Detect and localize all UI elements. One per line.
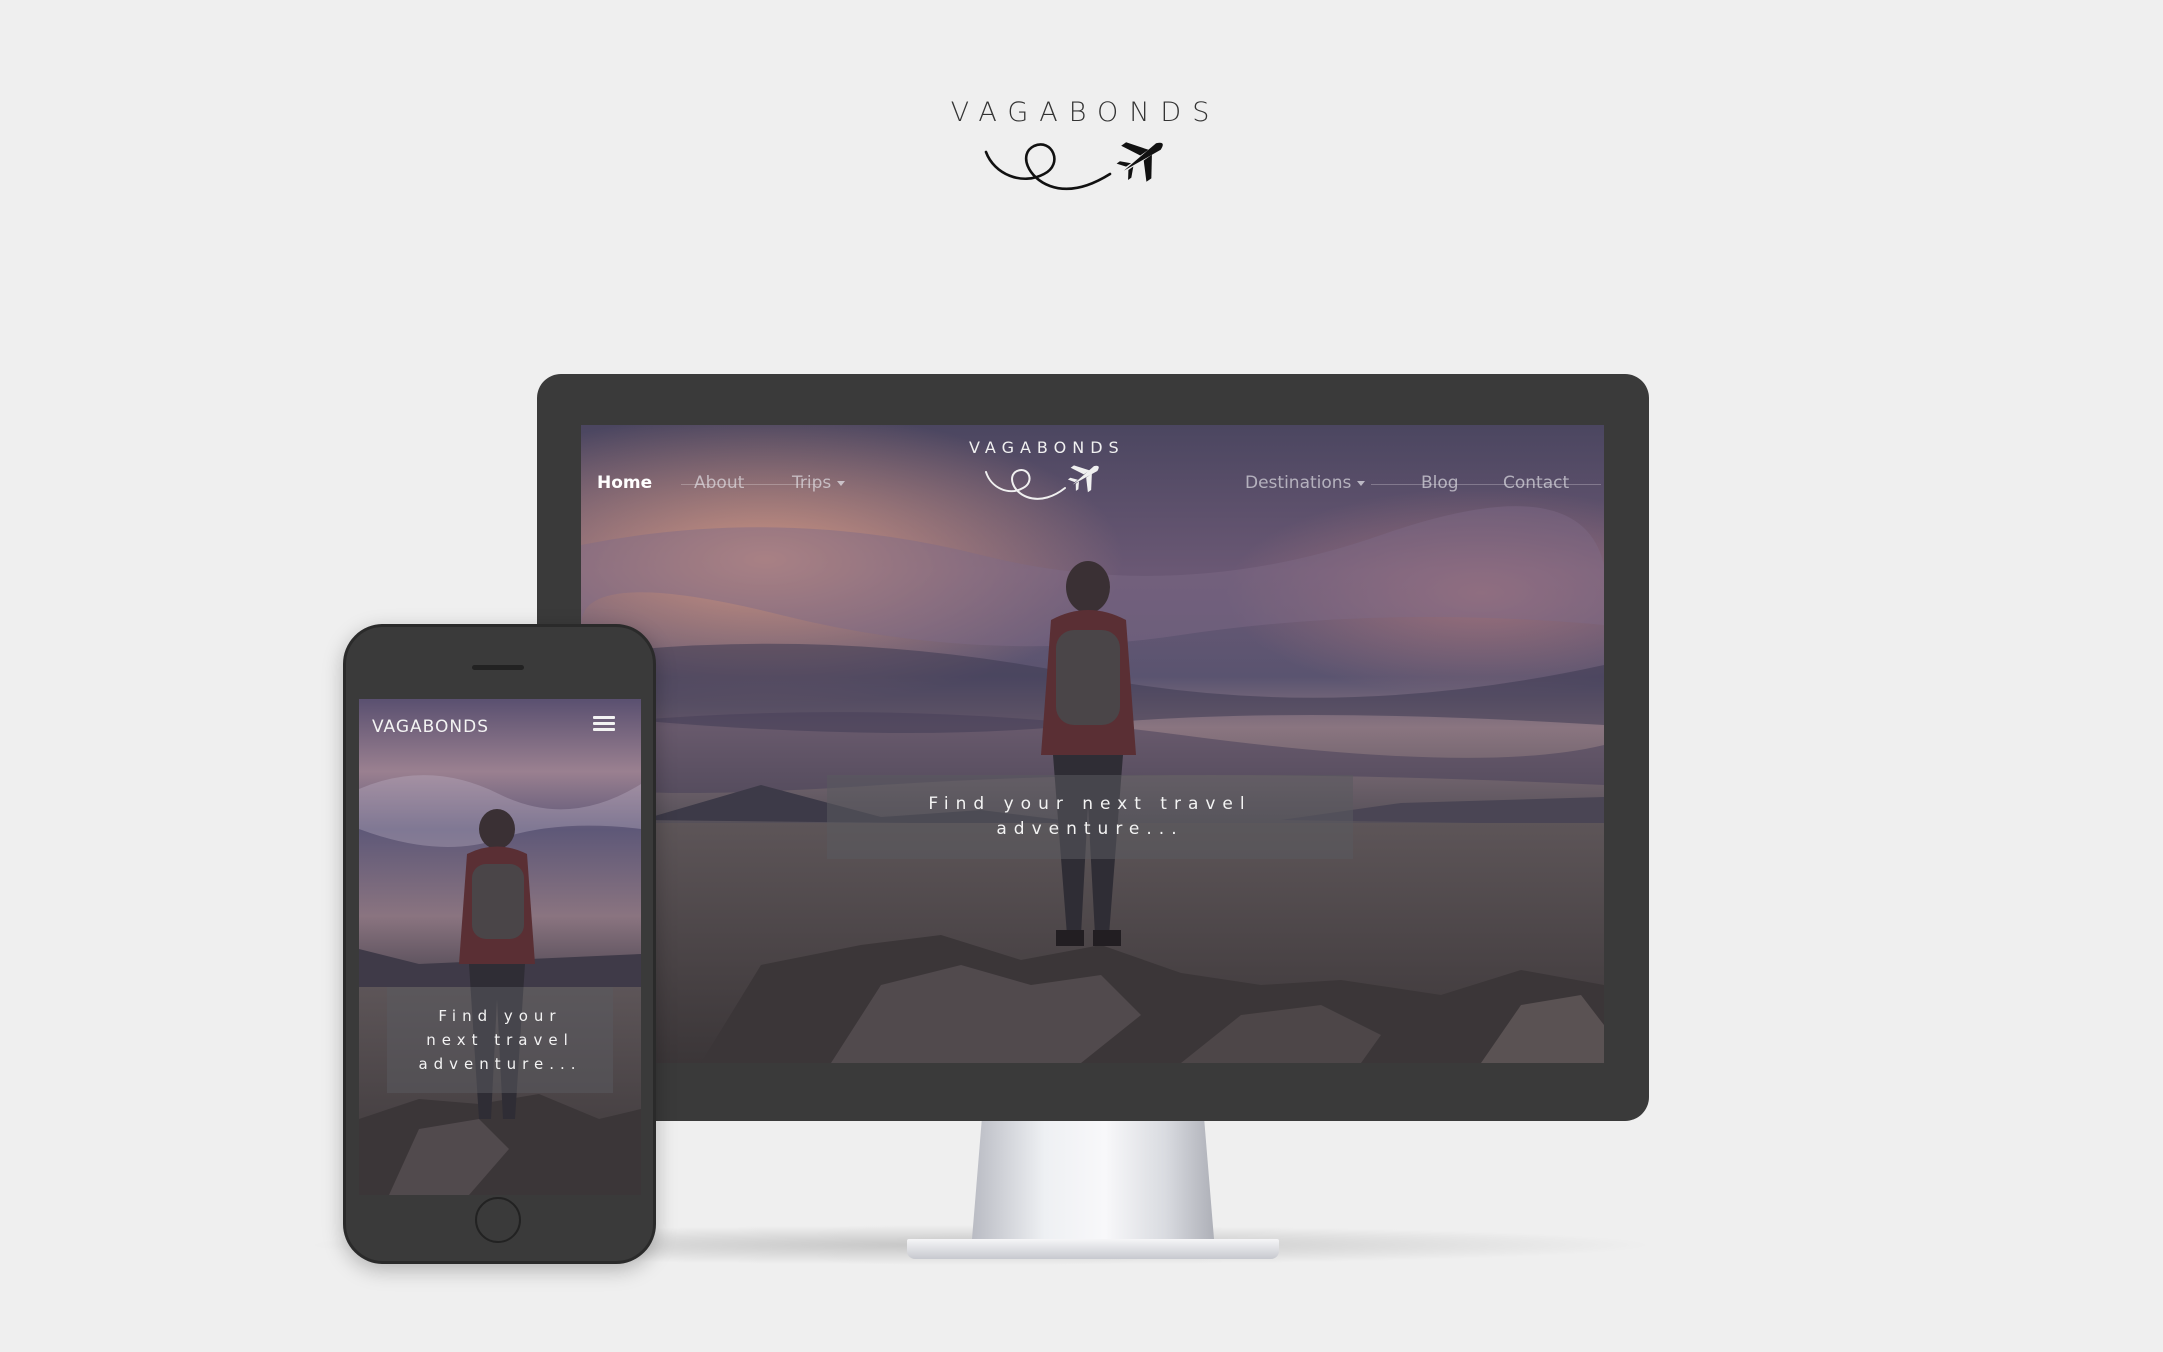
mobile-hero-banner: Find your next travel adventure... — [387, 987, 613, 1093]
mobile-hero-background-image — [359, 699, 641, 1195]
chevron-down-icon — [837, 480, 846, 486]
desktop-monitor: Home About Trips VAGABONDS Destinations … — [537, 374, 1649, 1121]
chevron-down-icon — [1357, 480, 1366, 486]
mobile-hero-tagline: Find your next travel adventure... — [418, 1007, 582, 1073]
hero-tagline: Find your next travel adventure... — [928, 794, 1252, 839]
brand-logo: VAGABONDS — [900, 96, 1260, 226]
desktop-logo[interactable]: VAGABONDS — [963, 438, 1123, 528]
desktop-logo-text: VAGABONDS — [969, 438, 1125, 457]
nav-destinations[interactable]: Destinations — [1245, 473, 1366, 493]
nav-trips-label: Trips — [792, 473, 832, 493]
nav-blog-label: Blog — [1421, 473, 1459, 493]
phone-speaker — [472, 665, 524, 670]
nav-blog[interactable]: Blog — [1421, 473, 1459, 493]
desktop-screen: Home About Trips VAGABONDS Destinations … — [581, 425, 1604, 1063]
mobile-screen: VAGABONDS Find your next travel adventur… — [359, 699, 641, 1195]
home-button[interactable] — [475, 1197, 521, 1243]
brand-name: VAGABONDS — [950, 97, 1221, 128]
nav-destinations-label: Destinations — [1245, 473, 1352, 493]
airplane-trail-icon — [985, 465, 1099, 500]
monitor-base — [907, 1239, 1279, 1259]
monitor-stand — [972, 1121, 1214, 1239]
hamburger-icon[interactable] — [593, 716, 615, 734]
hero-banner: Find your next travel adventure... — [827, 775, 1353, 859]
nav-contact[interactable]: Contact — [1503, 473, 1569, 493]
nav-about-label: About — [694, 473, 745, 493]
mobile-phone: VAGABONDS Find your next travel adventur… — [343, 624, 656, 1264]
nav-about[interactable]: About — [694, 473, 744, 493]
nav-trips[interactable]: Trips — [792, 473, 846, 493]
nav-contact-label: Contact — [1503, 473, 1570, 493]
mobile-brand[interactable]: VAGABONDS — [372, 717, 489, 737]
nav-home[interactable]: Home — [597, 473, 652, 493]
airplane-trail-icon — [984, 142, 1163, 191]
nav-home-label: Home — [597, 473, 653, 493]
